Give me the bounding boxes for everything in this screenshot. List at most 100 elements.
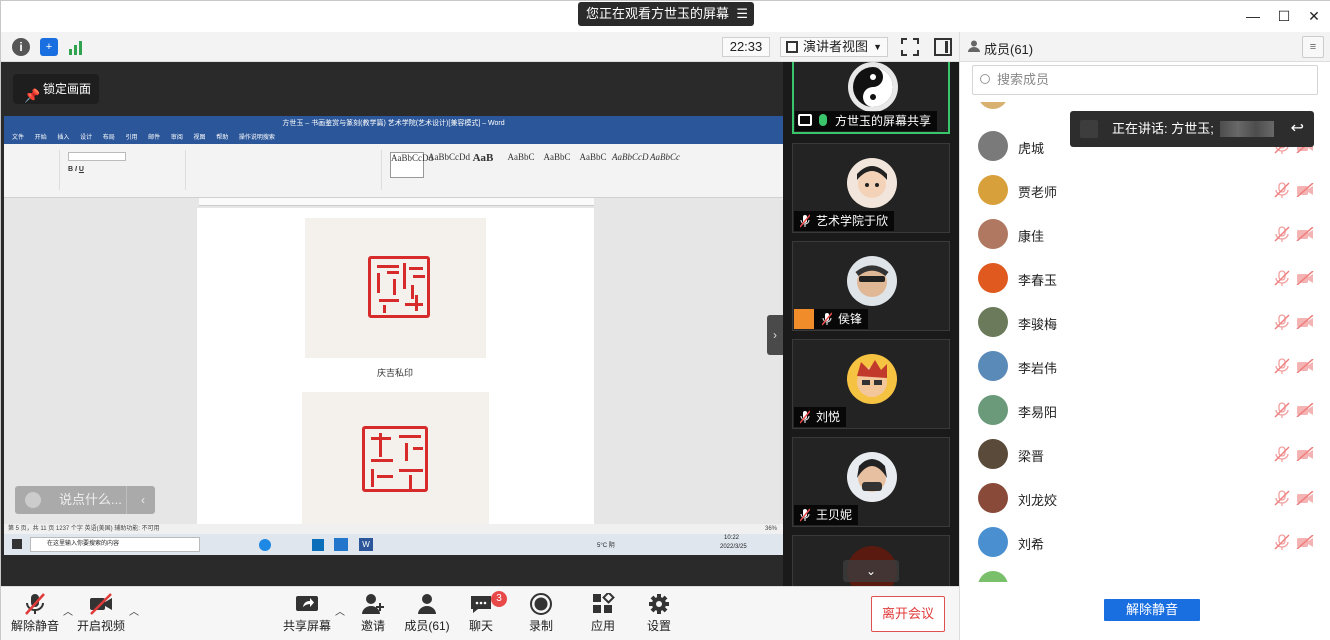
settings-button[interactable]: 设置: [629, 593, 689, 639]
avatar: [978, 351, 1008, 381]
record-label: 录制: [528, 619, 553, 633]
record-button[interactable]: 录制: [511, 593, 571, 639]
member-row[interactable]: 贾老师: [960, 168, 1330, 212]
mic-muted-icon[interactable]: [1274, 226, 1290, 242]
chevron-up-icon[interactable]: ︿: [129, 603, 139, 618]
camera-off-icon[interactable]: [1296, 359, 1314, 373]
chat-label: 聊天: [468, 619, 493, 633]
member-name: 李岩伟: [1018, 361, 1058, 376]
collapse-gallery-button[interactable]: ›: [767, 315, 783, 355]
video-tile[interactable]: 侯锋: [792, 241, 950, 331]
share-screen-button[interactable]: 共享屏幕: [277, 593, 337, 639]
seal-caption: 庆吉私印: [377, 368, 414, 378]
camera-off-icon[interactable]: [1296, 447, 1314, 461]
chevron-down-icon[interactable]: ⌄: [843, 560, 899, 582]
info-icon[interactable]: i: [12, 38, 30, 56]
leave-meeting-button[interactable]: 离开会议: [871, 596, 945, 632]
camera-off-icon[interactable]: [1296, 227, 1314, 241]
word-status-bar: 第 5 页，共 11 页 1237 个字 英语(美国) 辅助功能: 不可用 36…: [4, 524, 783, 534]
member-row[interactable]: 刘龙姣: [960, 476, 1330, 520]
member-row[interactable]: 刘希: [960, 520, 1330, 564]
camera-off-icon[interactable]: [1296, 403, 1314, 417]
camera-off-icon[interactable]: [1296, 315, 1314, 329]
chat-input[interactable]: 说点什么... ‹: [15, 486, 155, 514]
participant-name: 王贝妮: [816, 508, 853, 522]
back-arrow-icon[interactable]: ↩: [1291, 111, 1304, 147]
mic-muted-icon: [822, 312, 832, 326]
avatar: [978, 307, 1008, 337]
chat-button[interactable]: 3 聊天: [451, 591, 511, 639]
invite-button[interactable]: 邀请: [343, 593, 403, 639]
person-icon: [968, 40, 980, 52]
members-menu-icon[interactable]: ≡: [1302, 36, 1324, 58]
close-button[interactable]: ✕: [1300, 5, 1328, 27]
camera-off-icon[interactable]: [1296, 271, 1314, 285]
camera-off-icon[interactable]: [1296, 535, 1314, 549]
member-row[interactable]: 李岩伟: [960, 344, 1330, 388]
chat-unread-badge: 3: [491, 591, 507, 607]
mic-muted-icon[interactable]: [1274, 490, 1290, 506]
mic-muted-icon: [1080, 120, 1098, 138]
paragraph-group: [194, 150, 382, 190]
mic-muted-icon[interactable]: [1274, 182, 1290, 198]
member-row[interactable]: 康佳: [960, 212, 1330, 256]
mic-muted-icon: [25, 593, 45, 615]
speaking-indicator: 正在讲话: 方世玉; ↩: [1070, 111, 1314, 147]
avatar: [847, 452, 897, 502]
clipboard-group: [10, 150, 60, 190]
video-gallery: 方世玉的屏幕共享 艺术学院于欣 侯锋 刘悦 王贝妮 ⌄: [783, 62, 959, 586]
gear-icon: [649, 594, 669, 614]
signal-icon[interactable]: [68, 39, 86, 55]
meeting-app-icon: [334, 538, 348, 551]
member-name: 康佳: [1018, 229, 1045, 244]
video-tile[interactable]: 艺术学院于欣: [792, 143, 950, 233]
mic-muted-icon[interactable]: [1274, 446, 1290, 462]
word-ruler: [199, 198, 594, 206]
mic-muted-icon[interactable]: [1274, 402, 1290, 418]
video-tile-label: 王贝妮: [794, 505, 859, 525]
security-shield-icon[interactable]: +: [40, 38, 58, 56]
viewing-banner[interactable]: 您正在观看方世玉的屏幕 ☰: [578, 2, 754, 26]
unmute-all-button[interactable]: 解除静音: [1104, 599, 1200, 621]
search-icon: [980, 74, 990, 84]
start-video-button[interactable]: 开启视频: [71, 593, 131, 639]
chevron-left-icon[interactable]: ‹: [141, 486, 145, 514]
video-tile[interactable]: 刘悦: [792, 339, 950, 429]
view-mode-select[interactable]: 演讲者视图 ▼: [780, 37, 888, 57]
member-search-input[interactable]: 搜索成员: [972, 65, 1318, 95]
camera-off-icon[interactable]: [1296, 183, 1314, 197]
word-tab: 引用: [125, 135, 138, 141]
style-preview: AaBbC: [507, 152, 535, 162]
avatar: [978, 175, 1008, 205]
mic-muted-icon[interactable]: [1274, 270, 1290, 286]
taskbar-time: 10:22: [724, 535, 740, 541]
member-row[interactable]: 梁晋: [960, 432, 1330, 476]
member-list: 虎城 贾老师 康佳 李春玉 李骏梅 李岩伟 李易阳 梁晋 刘龙姣 刘希: [960, 102, 1330, 582]
participant-name: 侯锋: [838, 312, 863, 326]
mic-on-icon: [819, 114, 827, 126]
mic-muted-icon[interactable]: [1274, 314, 1290, 330]
member-row[interactable]: 李骏梅: [960, 300, 1330, 344]
style-preview: AaBbCcDd: [428, 152, 470, 162]
minimize-button[interactable]: —: [1239, 5, 1267, 27]
member-row[interactable]: 李易阳: [960, 388, 1330, 432]
fullscreen-icon[interactable]: [901, 38, 919, 56]
avatar: [978, 395, 1008, 425]
style-preview: AaBbCc: [650, 152, 680, 162]
video-tile[interactable]: 王贝妮: [792, 437, 950, 527]
unmute-button[interactable]: 解除静音: [5, 593, 65, 639]
apps-button[interactable]: 应用: [573, 593, 633, 639]
member-name: 李骏梅: [1018, 317, 1058, 332]
mic-muted-icon[interactable]: [1274, 534, 1290, 550]
maximize-button[interactable]: ☐: [1270, 5, 1298, 27]
camera-off-icon[interactable]: [1296, 491, 1314, 505]
emoji-icon[interactable]: [25, 492, 41, 508]
members-button[interactable]: 成员(61): [397, 593, 457, 639]
member-row[interactable]: 李春玉: [960, 256, 1330, 300]
mic-muted-icon[interactable]: [1274, 358, 1290, 374]
lock-screen-button[interactable]: 📌 锁定画面: [13, 74, 99, 104]
sidebar-toggle-icon[interactable]: [934, 38, 952, 56]
menu-icon[interactable]: ☰: [736, 2, 748, 26]
video-tile[interactable]: 方世玉的屏幕共享: [792, 62, 950, 134]
list-item[interactable]: [960, 564, 1330, 582]
